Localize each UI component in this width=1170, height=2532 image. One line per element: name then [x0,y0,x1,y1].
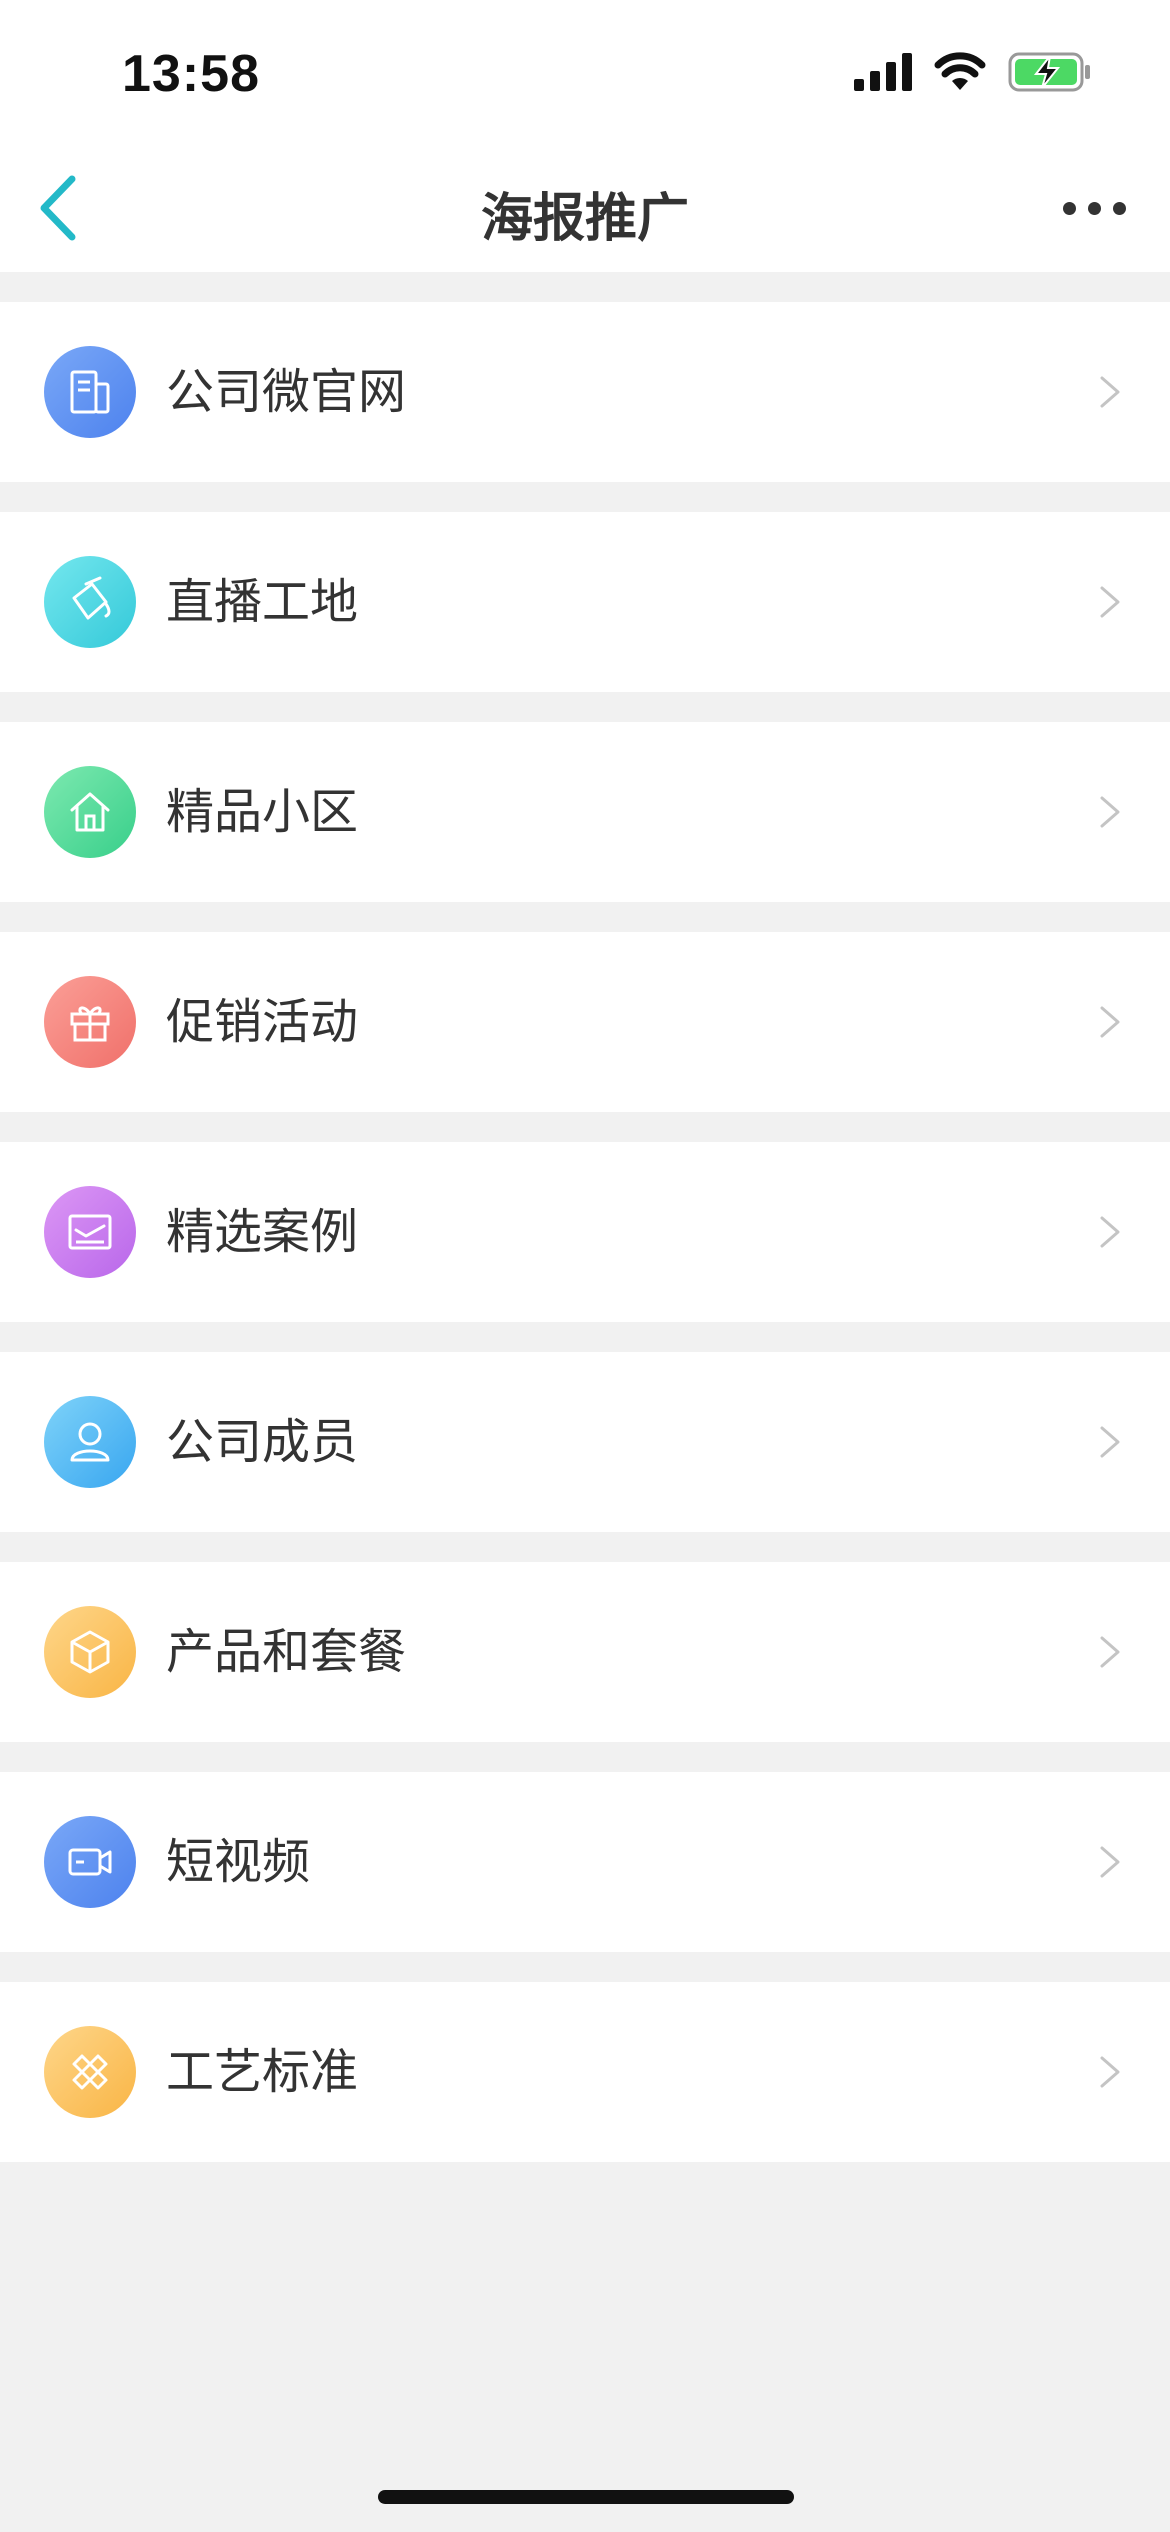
menu-item-label: 促销活动 [166,994,359,1050]
menu-item-short-video[interactable]: 短视频 [0,1772,1170,1952]
box-icon [44,1606,136,1698]
menu-item-craft-standard[interactable]: 工艺标准 [0,1982,1170,2162]
page-title: 海报推广 [480,189,689,249]
menu-item-products[interactable]: 产品和套餐 [0,1562,1170,1742]
more-button[interactable] [1052,178,1136,238]
menu-item-live-site[interactable]: 直播工地 [0,512,1170,692]
menu-item-label: 工艺标准 [166,2044,359,2100]
chevron-right-icon [1100,1636,1120,1668]
status-bar: 13:58 [0,0,1170,150]
wifi-icon [934,52,986,90]
paint-bucket-icon [44,556,136,648]
picture-icon [44,1186,136,1278]
menu-item-company-site[interactable]: 公司微官网 [0,302,1170,482]
menu-item-label: 公司成员 [166,1414,359,1470]
status-time: 13:58 [122,45,260,103]
chevron-right-icon [1100,586,1120,618]
more-dot [1087,201,1101,215]
menu-item-label: 精选案例 [166,1204,359,1260]
cellular-signal-icon [854,53,912,91]
menu-item-community[interactable]: 精品小区 [0,722,1170,902]
chevron-right-icon [1100,1216,1120,1248]
house-icon [44,766,136,858]
chevron-right-icon [1100,1426,1120,1458]
nav-bar: 海报推广 [0,150,1170,272]
menu-item-promotions[interactable]: 促销活动 [0,932,1170,1112]
chevron-right-icon [1100,1846,1120,1878]
person-icon [44,1396,136,1488]
menu-item-label: 直播工地 [166,574,359,630]
menu-item-label: 精品小区 [166,784,359,840]
battery-charging-icon [1008,52,1090,92]
menu-item-label: 公司微官网 [166,364,407,420]
menu-item-cases[interactable]: 精选案例 [0,1142,1170,1322]
chevron-right-icon [1100,796,1120,828]
chevron-right-icon [1100,1006,1120,1038]
home-indicator[interactable] [378,2490,794,2504]
gift-icon [44,976,136,1068]
document-icon [44,346,136,438]
more-horizontal-icon [1062,201,1076,215]
chevron-right-icon [1100,376,1120,408]
menu-list: 公司微官网 直播工地 精品小区 促销活动 精选案例 公司成员 产品和套餐 短视频… [0,302,1170,2192]
ruler-pencil-icon [44,2026,136,2118]
status-icons [854,52,1092,92]
more-dot [1112,201,1126,215]
menu-item-members[interactable]: 公司成员 [0,1352,1170,1532]
menu-item-label: 短视频 [166,1834,311,1890]
video-camera-icon [44,1816,136,1908]
chevron-right-icon [1100,2056,1120,2088]
menu-item-label: 产品和套餐 [166,1624,407,1680]
